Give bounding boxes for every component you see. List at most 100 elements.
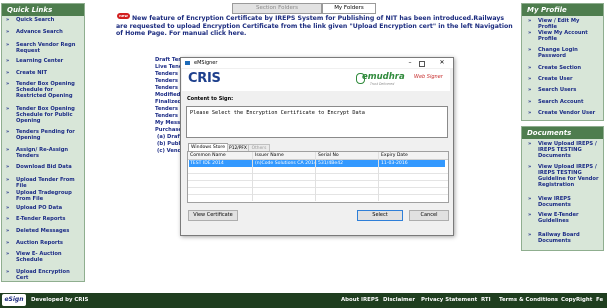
folder-link[interactable]: Tenders [155,71,178,77]
dialog-banner: CRIS emudhra Web Signer Trust Delivered [182,69,450,91]
folder-link[interactable]: Tenders I [155,106,182,112]
web-signer-label: Web Signer [414,74,443,80]
folder-link[interactable]: Purchase [155,127,182,133]
emudhra-brand: emudhra [362,72,405,82]
profile-item-label: Search Users [538,87,577,93]
documents-panel: Documents » View Upload IREPS / IREPS TES… [521,126,604,251]
bullet-icon: » [6,70,10,76]
bullet-icon: » [528,99,532,105]
emudhra-logo: emudhra Web Signer Trust Delivered [356,72,448,88]
folder-link[interactable]: Modified [155,92,180,98]
bullet-icon: » [6,269,10,275]
footer: eSign Developed by CRIS About IREPS Disc… [0,293,607,308]
bullet-icon: » [528,65,532,71]
tab-section-folders[interactable]: Section Folders [232,3,322,14]
view-certificate-button[interactable]: View Certificate [188,210,238,221]
col-common-name[interactable]: Common Name [190,152,250,159]
quick-links-title: Quick Links [2,4,84,16]
bullet-icon: » [6,42,10,48]
certificate-table: Common Name Issuer Name Serial No Expiry… [187,151,449,203]
folder-link[interactable]: (b) Publi [157,141,182,147]
folder-link[interactable]: Live Tend [155,64,183,70]
footer-link-rti[interactable]: RTI [481,297,491,304]
quick-link-label: Upload PO Data [16,205,63,211]
quick-link-label: Tenders Pending for Opening [16,129,75,141]
cancel-button[interactable]: Cancel [409,210,449,221]
bullet-icon: » [528,212,532,218]
quick-link-label: Upload Tender From File [16,177,75,189]
document-item-label: View E-Tender Guidelines [538,212,579,224]
cris-logo: CRIS [188,71,221,86]
bullet-icon: » [6,129,10,135]
col-divider [252,152,253,201]
col-issuer-name[interactable]: Issuer Name [255,152,313,159]
bullet-icon: » [6,205,10,211]
bullet-icon: » [6,240,10,246]
folder-link[interactable]: Draft Ten [155,57,182,63]
footer-link-disclaimer[interactable]: Disclaimer [383,297,415,304]
col-divider [315,152,316,201]
profile-item-label: View My Account Profile [538,30,588,42]
profile-item-label: Create Section [538,65,582,71]
minimize-icon[interactable]: – [404,58,416,68]
bullet-icon: » [6,81,10,87]
footer-link-terms[interactable]: Terms & Conditions [499,297,558,304]
manual-link[interactable]: click here. [210,30,246,37]
folder-link[interactable]: Finalized [155,99,181,105]
maximize-icon[interactable] [419,61,425,67]
bullet-icon: » [528,196,532,202]
document-item-label: View IREPS Documents [538,196,571,208]
folder-link[interactable]: Tenders I [155,113,182,119]
dialog-title: eMSigner [194,60,218,66]
dialog-titlebar: eMSigner – ✕ [181,58,453,68]
row-expiry-date: 11-03-2016 [381,161,408,166]
quick-link-label: Search Vendor Regn Request [16,42,76,54]
col-expiry-date[interactable]: Expiry Date [381,152,439,159]
close-icon[interactable]: ✕ [436,58,448,68]
bullet-icon: » [528,141,532,147]
tab-my-folders[interactable]: My Folders [322,3,376,14]
profile-item-label: View / Edit My Profile [538,18,580,30]
profile-item-label: Search Account [538,99,584,105]
table-grid [188,167,448,201]
row-issuer-name: (n)Code Solutions CA 2014 [255,161,317,166]
col-serial-no[interactable]: Serial No [318,152,376,159]
content-label: Content to Sign: [187,96,234,102]
quick-link-label: E-Tender Reports [16,216,66,222]
footer-link-about[interactable]: About IREPS [341,297,379,304]
folder-link[interactable]: (c) Vend [157,148,181,154]
quick-link-label: Assign/ Re-Assign Tenders [16,147,69,159]
quick-link-label: View E- Auction Schedule [16,251,62,263]
my-profile-title: My Profile [522,4,603,16]
select-button[interactable]: Select [357,210,403,221]
bullet-icon: » [528,76,532,82]
document-item-label: View Upload IREPS / IREPS TESTING Docume… [538,141,597,159]
bullet-icon: » [6,164,10,170]
table-row[interactable]: TEST IDE 2014 (n)Code Solutions CA 2014 … [189,160,445,167]
quick-link-label: Upload Encryption Cert [16,269,70,281]
bullet-icon: » [528,47,532,53]
quick-link-label: Deleted Messages [16,228,70,234]
quick-links-panel: Quick Links » Quick Search » Advance Search… [1,3,85,282]
footer-link-copyright[interactable]: CopyRight [561,297,592,304]
bullet-icon: » [6,106,10,112]
content-text: Please Select the Encryption Certificate… [190,110,365,116]
app-icon [185,61,190,65]
footer-link-more[interactable]: Fe [596,297,603,304]
profile-item-label: Create User [538,76,573,82]
bullet-icon: » [528,18,532,24]
my-profile-panel: My Profile » View / Edit My Profile » View … [521,3,604,121]
quick-link-label: Create NIT [16,70,47,76]
folder-link[interactable]: Tenders [155,78,178,84]
documents-title: Documents [522,127,603,139]
content-textarea[interactable]: Please Select the Encryption Certificate… [186,106,448,138]
profile-item-label: Change Login Password [538,47,578,59]
quick-link-label: Tender Box Opening Schedule for Public O… [16,106,75,124]
quick-link-label: Quick Search [16,17,55,23]
emsigner-dialog: eMSigner – ✕ CRIS emudhra Web Signer Tru… [180,57,454,236]
bullet-icon: » [6,177,10,183]
footer-link-privacy[interactable]: Privacy Statement [421,297,477,304]
notice-text[interactable]: New feature of Encryption Certificate by… [116,15,514,38]
profile-item-label: Create Vendor User [538,110,596,116]
folder-link[interactable]: (a) Draft [157,134,182,140]
